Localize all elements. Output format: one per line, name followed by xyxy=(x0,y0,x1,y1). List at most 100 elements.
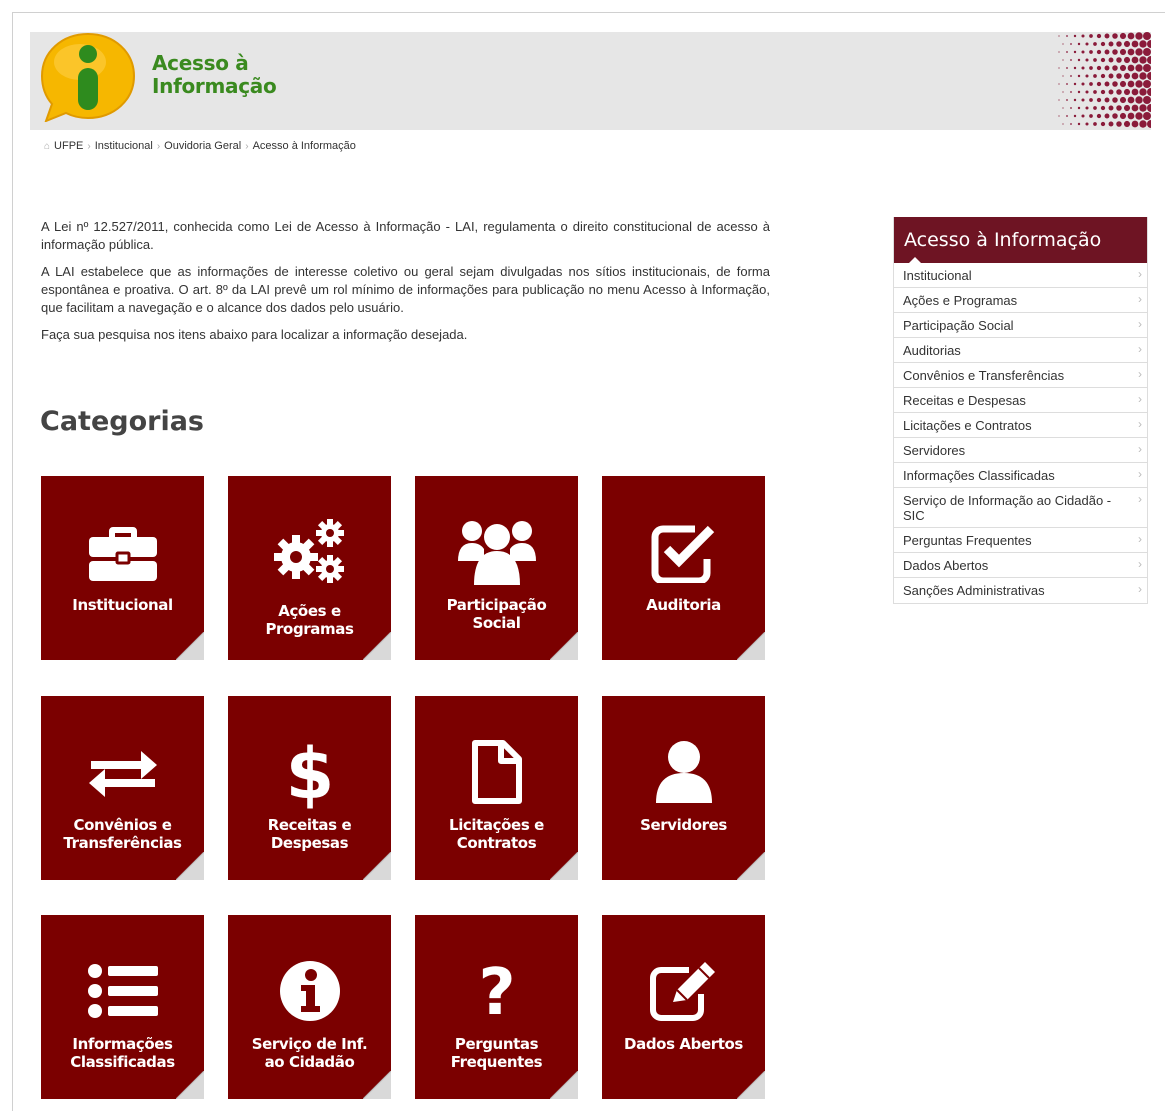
decorative-dot xyxy=(1070,59,1072,61)
tile-licitacoes-contratos[interactable]: Licitações e Contratos xyxy=(415,696,578,880)
breadcrumb: ⌂ UFPE › Institucional › Ouvidoria Geral… xyxy=(44,140,356,152)
decorative-dot xyxy=(1116,57,1122,63)
corner-fold-icon xyxy=(737,632,765,660)
document-icon xyxy=(471,740,522,804)
sidebar-item-sancoes-administrativas[interactable]: Sanções Administrativas › xyxy=(894,578,1147,603)
decorative-dot xyxy=(1131,72,1139,80)
tile-label: Auditoria xyxy=(646,596,721,614)
info-logo-icon[interactable] xyxy=(40,32,136,122)
sidebar-item-servidores[interactable]: Servidores › xyxy=(894,438,1147,463)
tile-label: Participação Social xyxy=(446,596,547,632)
sidebar-item-dados-abertos[interactable]: Dados Abertos › xyxy=(894,553,1147,578)
decorative-dot xyxy=(1131,88,1139,96)
user-icon xyxy=(655,741,712,803)
sidebar-item-convenios-transferencias[interactable]: Convênios e Transferências › xyxy=(894,363,1147,388)
decorative-dot xyxy=(1100,121,1106,127)
header-banner: Acesso à Informação xyxy=(30,32,1151,130)
home-icon[interactable]: ⌂ xyxy=(44,141,50,152)
decorative-dot xyxy=(1100,73,1106,79)
decorative-dot xyxy=(1143,80,1151,88)
decorative-dot xyxy=(1119,80,1127,88)
decorative-dot xyxy=(1066,99,1068,101)
decorative-dot xyxy=(1089,82,1093,86)
logo-text[interactable]: Acesso à Informação xyxy=(152,51,277,98)
categories-title: Categorias xyxy=(40,406,204,437)
sidebar-item-auditorias[interactable]: Auditorias › xyxy=(894,338,1147,363)
decorative-dot xyxy=(1077,74,1081,78)
corner-fold-icon xyxy=(176,632,204,660)
tile-participacao-social[interactable]: Participação Social xyxy=(415,476,578,660)
exchange-icon xyxy=(88,751,157,797)
sidebar-item-sic[interactable]: Serviço de Informação ao Cidadão - SIC › xyxy=(894,488,1147,528)
tile-servico-informacao-cidadao[interactable]: Serviço de Inf. ao Cidadão xyxy=(228,915,391,1099)
decorative-dot xyxy=(1127,48,1135,56)
tile-dados-abertos[interactable]: Dados Abertos xyxy=(602,915,765,1099)
sidebar-item-receitas-despesas[interactable]: Receitas e Despesas › xyxy=(894,388,1147,413)
chevron-right-icon: › xyxy=(1138,392,1142,406)
decorative-dot xyxy=(1104,81,1110,87)
decorative-dot xyxy=(1085,58,1089,62)
decorative-dot xyxy=(1089,114,1093,118)
decorative-dot xyxy=(1066,67,1068,69)
tile-receitas-despesas[interactable]: $ Receitas e Despesas xyxy=(228,696,391,880)
sidebar-item-perguntas-frequentes[interactable]: Perguntas Frequentes › xyxy=(894,528,1147,553)
sidebar-item-licitacoes-contratos[interactable]: Licitações e Contratos › xyxy=(894,413,1147,438)
decorative-dot-pattern xyxy=(1058,32,1151,128)
briefcase-icon xyxy=(88,527,157,581)
decorative-dot xyxy=(1070,43,1072,45)
decorative-dot xyxy=(1081,50,1085,54)
corner-fold-icon xyxy=(550,852,578,880)
sidebar-item-participacao-social[interactable]: Participação Social › xyxy=(894,313,1147,338)
decorative-dot xyxy=(1058,67,1060,69)
decorative-dot xyxy=(1139,56,1147,64)
logo-text-line1: Acesso à xyxy=(152,51,249,75)
tile-label: Dados Abertos xyxy=(624,1035,743,1053)
chevron-right-icon: › xyxy=(1138,467,1142,481)
decorative-dot xyxy=(1066,83,1068,85)
chevron-right-icon: › xyxy=(1138,442,1142,456)
breadcrumb-item-ufpe[interactable]: UFPE xyxy=(54,140,83,152)
breadcrumb-item-current: Acesso à Informação xyxy=(252,140,356,152)
decorative-dot xyxy=(1062,91,1064,93)
decorative-dot xyxy=(1127,112,1135,120)
tile-auditoria[interactable]: Auditoria xyxy=(602,476,765,660)
sidebar-item-informacoes-classificadas[interactable]: Informações Classificadas › xyxy=(894,463,1147,488)
decorative-dot xyxy=(1058,99,1060,101)
tile-label: Convênios e Transferências xyxy=(63,816,182,852)
decorative-dot xyxy=(1139,40,1147,48)
decorative-dot xyxy=(1116,121,1122,127)
breadcrumb-item-ouvidoria[interactable]: Ouvidoria Geral xyxy=(164,140,241,152)
decorative-dot xyxy=(1123,72,1131,80)
corner-fold-icon xyxy=(363,852,391,880)
decorative-dot xyxy=(1070,91,1072,93)
decorative-dot xyxy=(1085,90,1089,94)
tile-informacoes-classificadas[interactable]: Informações Classificadas xyxy=(41,915,204,1099)
decorative-dot xyxy=(1112,49,1118,55)
corner-fold-icon xyxy=(550,1071,578,1099)
tile-perguntas-frequentes[interactable]: ? Perguntas Frequentes xyxy=(415,915,578,1099)
decorative-dot xyxy=(1104,113,1110,119)
decorative-dot xyxy=(1123,56,1131,64)
decorative-dot xyxy=(1108,41,1114,47)
decorative-dot xyxy=(1062,75,1064,77)
tile-institucional[interactable]: Institucional xyxy=(41,476,204,660)
tile-convenios-transferencias[interactable]: Convênios e Transferências xyxy=(41,696,204,880)
decorative-dot xyxy=(1073,114,1077,118)
decorative-dot xyxy=(1127,80,1135,88)
sidebar-item-institucional[interactable]: Institucional › xyxy=(894,263,1147,288)
decorative-dot xyxy=(1119,96,1127,104)
decorative-dot xyxy=(1104,49,1110,55)
decorative-dot xyxy=(1058,35,1060,37)
decorative-dot xyxy=(1070,123,1072,125)
tile-acoes-programas[interactable]: Ações e Programas xyxy=(228,476,391,660)
sidebar-item-acoes-programas[interactable]: Ações e Programas › xyxy=(894,288,1147,313)
decorative-dot xyxy=(1100,105,1106,111)
decorative-dot xyxy=(1127,96,1135,104)
decorative-dot xyxy=(1104,33,1110,39)
tile-servidores[interactable]: Servidores xyxy=(602,696,765,880)
decorative-dot xyxy=(1066,115,1068,117)
decorative-dot xyxy=(1077,106,1081,110)
decorative-dot xyxy=(1112,81,1118,87)
decorative-dot xyxy=(1135,96,1143,104)
breadcrumb-item-institucional[interactable]: Institucional xyxy=(95,140,153,152)
